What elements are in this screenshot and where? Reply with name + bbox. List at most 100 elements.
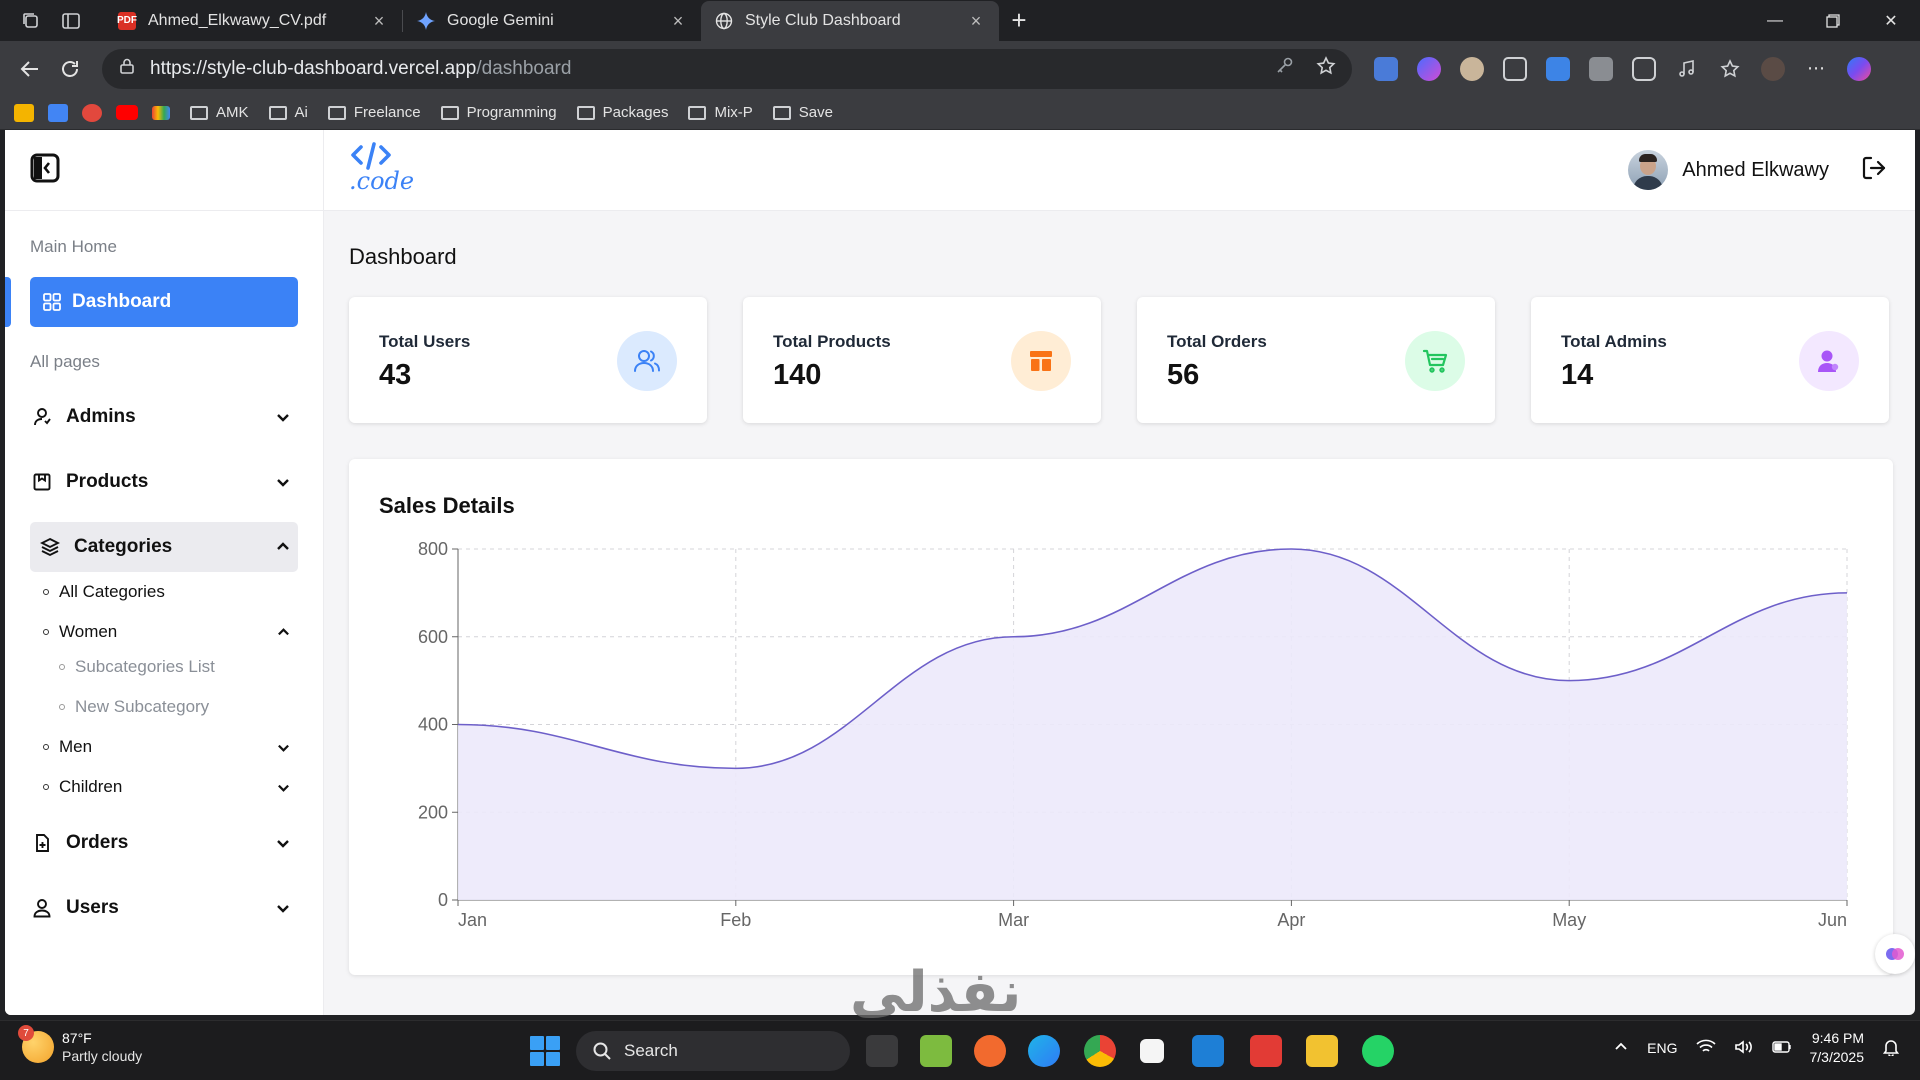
bookmark-folder-packages[interactable]: Packages — [576, 104, 668, 121]
address-bar[interactable]: https://style-club-dashboard.vercel.app /… — [102, 48, 1352, 89]
taskbar-app-orange-icon[interactable] — [974, 1035, 1006, 1067]
chrome-icon[interactable] — [1084, 1035, 1116, 1067]
x-tick-label: Apr — [1277, 910, 1305, 930]
workspaces-icon[interactable] — [20, 10, 42, 32]
reload-button[interactable] — [50, 49, 90, 89]
wifi-icon[interactable] — [1695, 1039, 1716, 1058]
battery-icon[interactable] — [1771, 1040, 1792, 1056]
back-button[interactable] — [10, 49, 50, 89]
gmail-icon[interactable] — [152, 105, 170, 120]
sidebar-sub-all-categories[interactable]: All Categories — [43, 582, 298, 602]
sidebar-section-pages: All pages — [30, 352, 100, 371]
clock[interactable]: 9:46 PM 7/3/2025 — [1810, 1029, 1865, 1067]
bookmark-folder-amk[interactable]: AMK — [190, 104, 249, 121]
page-title: Dashboard — [349, 244, 457, 269]
taskbar-app-box-icon[interactable] — [1140, 1039, 1164, 1063]
file-explorer-icon[interactable] — [1306, 1035, 1338, 1067]
star-icon[interactable] — [1316, 55, 1336, 82]
user-menu[interactable]: Ahmed Elkwawy — [1628, 150, 1887, 190]
chevron-up-icon[interactable] — [1613, 1039, 1629, 1058]
restore-button[interactable] — [1804, 1, 1862, 41]
key-icon[interactable] — [1276, 56, 1294, 82]
youtube-icon[interactable] — [116, 105, 138, 120]
copilot-float-button[interactable] — [1875, 934, 1915, 974]
favorites-icon[interactable] — [1718, 57, 1742, 81]
camera-icon[interactable] — [1589, 56, 1613, 81]
brain-icon — [1886, 948, 1904, 960]
whatsapp-icon[interactable] — [1362, 1035, 1394, 1067]
taskbar-app-green-icon[interactable] — [920, 1035, 952, 1067]
more-menu-icon[interactable]: ⋯ — [1804, 57, 1828, 81]
cart-icon — [1405, 331, 1465, 391]
stat-card-admins: Total Admins 14 — [1531, 297, 1889, 423]
sidebar-item-orders[interactable]: Orders — [30, 818, 298, 868]
copilot-icon[interactable] — [1847, 56, 1871, 81]
sales-details-card: Sales Details 0 200 400 600 800 Jan Feb Mar Apr M… — [349, 459, 1893, 975]
sidebar-sub-label: Women — [59, 622, 118, 641]
profile-avatar-icon[interactable] — [1761, 56, 1785, 81]
sidebar-sub-label: Children — [59, 777, 123, 796]
site-info-icon[interactable] — [118, 57, 136, 81]
extension-mask-icon[interactable] — [1503, 56, 1527, 81]
brand-logo[interactable]: .code — [349, 142, 414, 198]
bookmark-folder-programming[interactable]: Programming — [440, 104, 557, 121]
sidebar-subsub-new-subcategory[interactable]: New Subcategory — [59, 697, 209, 717]
sidebar-sub-men[interactable]: Men — [43, 737, 298, 757]
new-tab-button[interactable]: + — [999, 1, 1039, 41]
edge-icon[interactable] — [1028, 1035, 1060, 1067]
vscode-icon[interactable] — [1192, 1035, 1224, 1067]
extension-blue-icon[interactable] — [1374, 56, 1398, 81]
product-box-icon — [33, 473, 51, 491]
sidebar-item-products[interactable]: Products — [30, 457, 298, 507]
sidebar-sub-children[interactable]: Children — [43, 777, 298, 797]
close-icon[interactable]: × — [370, 12, 388, 30]
sidebar-item-dashboard[interactable]: Dashboard — [30, 277, 298, 327]
tab-gemini[interactable]: Google Gemini × — [403, 1, 701, 41]
code-brackets-icon — [351, 142, 391, 170]
weather-widget[interactable]: 7 87°F Partly cloudy — [18, 1025, 142, 1065]
bookmark-red-icon[interactable] — [82, 103, 102, 122]
x-tick-label: Jun — [1818, 910, 1847, 930]
x-tick-label: Feb — [720, 910, 751, 930]
folder-icon — [190, 105, 208, 120]
sidebar-subsub-label: Subcategories List — [75, 657, 215, 676]
extensions-puzzle-icon[interactable] — [1632, 56, 1656, 81]
tab-cv-pdf[interactable]: PDF Ahmed_Elkwawy_CV.pdf × — [104, 1, 402, 41]
bookmark-label: Ai — [294, 104, 308, 121]
extension-face-icon[interactable] — [1460, 56, 1484, 81]
bookmark-label: Freelance — [353, 104, 421, 121]
taskbar-app-files-icon[interactable] — [866, 1035, 898, 1067]
bookmark-translate-icon[interactable] — [48, 103, 68, 122]
tab-style-club-dashboard[interactable]: Style Club Dashboard × — [701, 0, 999, 41]
notifications-icon[interactable] — [1882, 1038, 1900, 1059]
bookmark-keep-icon[interactable] — [14, 103, 34, 122]
taskbar-search[interactable]: Search — [576, 1031, 850, 1071]
bookmark-folder-save[interactable]: Save — [772, 104, 833, 121]
music-icon[interactable] — [1675, 57, 1699, 81]
volume-icon[interactable] — [1734, 1039, 1754, 1058]
sidebar-sub-label: Men — [59, 737, 93, 756]
close-icon[interactable]: × — [669, 12, 687, 30]
browser-toolbar: https://style-club-dashboard.vercel.app /… — [0, 41, 1920, 96]
vertical-tabs-icon[interactable] — [60, 10, 82, 32]
stat-label: Total Orders — [1167, 332, 1267, 351]
bookmark-folder-mix-p[interactable]: Mix-P — [688, 104, 753, 121]
sidebar-item-admins[interactable]: Admins — [30, 392, 298, 442]
bookmark-folder-freelance[interactable]: Freelance — [327, 104, 421, 121]
tab-title: Google Gemini — [447, 11, 554, 29]
close-icon[interactable]: × — [967, 12, 985, 30]
sidebar-subsub-subcategories-list[interactable]: Subcategories List — [59, 657, 215, 677]
copilot-brain-icon[interactable] — [1417, 56, 1441, 81]
sidebar-item-categories[interactable]: Categories — [30, 522, 298, 572]
logout-button[interactable] — [1861, 155, 1887, 186]
language-indicator[interactable]: ENG — [1647, 1040, 1677, 1056]
extension-cloud-icon[interactable] — [1546, 56, 1570, 81]
minimize-button[interactable]: — — [1746, 1, 1804, 41]
start-button[interactable] — [530, 1036, 560, 1066]
sidebar-item-users[interactable]: Users — [30, 883, 298, 933]
taskbar-app-red-icon[interactable] — [1250, 1035, 1282, 1067]
sidebar-sub-women[interactable]: Women — [43, 622, 298, 642]
bookmark-folder-ai[interactable]: Ai — [268, 104, 308, 121]
sidebar-toggle-button[interactable] — [30, 153, 60, 188]
close-window-button[interactable]: ✕ — [1862, 1, 1920, 41]
